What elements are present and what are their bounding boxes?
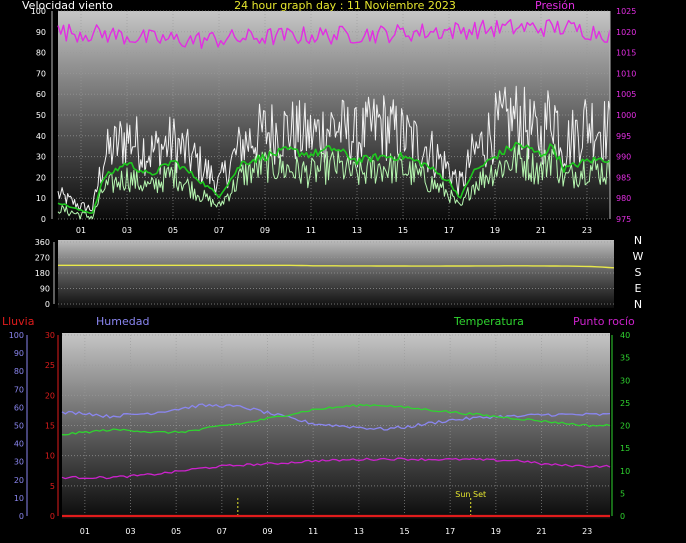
y-left-tick-label: 40 [36,132,46,141]
temp-tick-label: 5 [620,489,625,498]
temperature-label: Temperatura [453,315,524,328]
humidity-tick-label: 70 [14,385,24,394]
temp-tick-label: 15 [620,444,630,453]
humidity-tick-label: 30 [14,458,24,467]
y-left-tick-label: 20 [36,173,46,182]
rain-label: Lluvia [2,315,34,328]
y-right-tick-label: 1025 [616,7,636,16]
x-tick-label: 23 [582,226,592,235]
pressure-label: Presión [535,0,575,12]
x-tick-label: 07 [217,527,227,536]
y-left-tick-label: 10 [36,194,46,203]
compass-letter-n-top: N [634,234,642,247]
rain-tick-label: 25 [45,361,55,370]
x-tick-label: 07 [214,226,224,235]
x-tick-label: 15 [398,226,408,235]
rain-tick-label: 30 [45,331,55,340]
x-tick-label: 19 [490,226,500,235]
temp-tick-label: 0 [620,512,625,521]
weather-graph-page: 0 10 20 30 40 50 60 70 80 90 100 975 980 985 990 995 100… [0,0,686,543]
y-left-tick-label: 80 [36,49,46,58]
humidity-label: Humedad [96,315,149,328]
humidity-tick-label: 20 [14,476,24,485]
x-tick-label: 05 [168,226,178,235]
temp-tick-label: 25 [620,399,630,408]
y-right-tick-label: 975 [616,215,631,224]
humidity-tick-label: 40 [14,440,24,449]
compass-letter-e: E [635,282,642,295]
direction-tick-label: 180 [35,269,50,278]
y-right-tick-label: 1020 [616,28,636,37]
y-left-tick-label: 50 [36,111,46,120]
y-left-tick-label: 30 [36,153,46,162]
y-right-tick-label: 995 [616,132,631,141]
y-right-tick-label: 985 [616,173,631,182]
x-tick-label: 09 [262,527,272,536]
y-left-tick-label: 90 [36,28,46,37]
humidity-tick-label: 80 [14,367,24,376]
y-right-tick-label: 1010 [616,69,636,78]
direction-plot-area [58,240,614,308]
temp-tick-label: 40 [620,331,630,340]
direction-tick-label: 90 [40,285,50,294]
y-right-tick-label: 1000 [616,111,636,120]
compass-letter-s: S [635,266,642,279]
temp-tick-label: 10 [620,467,630,476]
x-tick-label: 01 [76,226,86,235]
humidity-tick-label: 50 [14,422,24,431]
humidity-tick-label: 0 [19,512,24,521]
compass-letter-n-bottom: N [634,298,642,311]
direction-tick-label: 270 [35,254,50,263]
x-tick-label: 09 [260,226,270,235]
humidity-tick-label: 90 [14,349,24,358]
rain-tick-label: 10 [45,452,55,461]
temp-tick-label: 20 [620,422,630,431]
rain-tick-label: 0 [50,512,55,521]
y-left-tick-label: 60 [36,90,46,99]
x-tick-label: 17 [445,527,455,536]
chart-title: 24 hour graph day : 11 Noviembre 2023 [234,0,456,12]
direction-tick-label: 0 [45,300,50,309]
wind-speed-label: Velocidad viento [22,0,113,12]
humidity-tick-label: 60 [14,403,24,412]
x-tick-label: 05 [171,527,181,536]
x-tick-label: 03 [125,527,135,536]
compass-letter-w: W [633,250,644,263]
rain-tick-label: 15 [45,422,55,431]
y-right-tick-label: 1005 [616,90,636,99]
rain-tick-label: 5 [50,482,55,491]
y-right-tick-label: 980 [616,194,631,203]
x-tick-label: 01 [80,527,90,536]
direction-axes: 0 90 180 270 360 [35,238,55,309]
x-tick-label: 15 [399,527,409,536]
x-tick-label: 17 [444,226,454,235]
humidity-tick-label: 10 [14,494,24,503]
dewpoint-label: Punto rocío [573,315,635,328]
x-tick-label: 13 [352,226,362,235]
y-left-tick-label: 70 [36,69,46,78]
x-tick-label: 13 [354,527,364,536]
humidity-tick-label: 100 [9,331,24,340]
y-right-tick-label: 990 [616,153,631,162]
direction-tick-label: 360 [35,238,50,247]
x-tick-label: 03 [122,226,132,235]
x-tick-label: 19 [491,527,501,536]
y-right-tick-label: 1015 [616,49,636,58]
x-tick-label: 21 [536,226,546,235]
x-tick-label: 11 [306,226,316,235]
temp-tick-label: 35 [620,354,630,363]
x-tick-label: 21 [536,527,546,536]
x-tick-label: 11 [308,527,318,536]
y-left-tick-label: 0 [41,215,46,224]
sun-marker-label: Sun Set [455,490,486,499]
temp-tick-label: 30 [620,376,630,385]
x-tick-label: 23 [582,527,592,536]
rain-tick-label: 20 [45,391,55,400]
weather-graph-svg: 0102030405060708090100975980985990995100… [2,0,644,536]
